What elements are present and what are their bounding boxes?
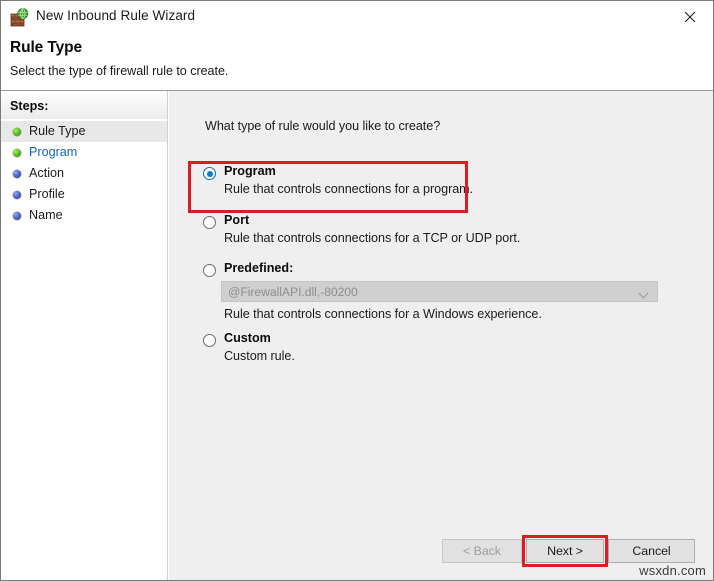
body-area: Steps: Rule Type Program Action Profile … bbox=[1, 91, 713, 580]
step-bullet-icon bbox=[13, 149, 21, 157]
step-bullet-icon bbox=[13, 170, 21, 178]
sidebar-item-label: Action bbox=[29, 163, 64, 184]
radio-button-custom[interactable] bbox=[203, 334, 216, 347]
cancel-button[interactable]: Cancel bbox=[608, 539, 695, 563]
step-bullet-icon bbox=[13, 128, 21, 136]
question-label: What type of rule would you like to crea… bbox=[205, 119, 440, 133]
radio-button-port[interactable] bbox=[203, 216, 216, 229]
steps-sidebar: Steps: Rule Type Program Action Profile … bbox=[1, 91, 168, 580]
predefined-description: Rule that controls connections for a Win… bbox=[224, 307, 542, 321]
title-bar: New Inbound Rule Wizard bbox=[1, 1, 713, 34]
radio-button-program[interactable] bbox=[203, 167, 216, 180]
sidebar-item-label: Rule Type bbox=[29, 121, 85, 142]
watermark: wsxdn.com bbox=[639, 563, 706, 578]
new-inbound-rule-wizard-window: New Inbound Rule Wizard Rule Type Select… bbox=[0, 0, 714, 581]
predefined-dropdown-value: @FirewallAPI.dll,-80200 bbox=[222, 285, 358, 299]
step-bullet-icon bbox=[13, 191, 21, 199]
sidebar-item-rule-type[interactable]: Rule Type bbox=[1, 121, 167, 142]
option-description: Custom rule. bbox=[224, 349, 295, 363]
option-title: Program bbox=[224, 164, 276, 178]
next-button[interactable]: Next > bbox=[526, 539, 604, 563]
window-title: New Inbound Rule Wizard bbox=[36, 8, 195, 23]
chevron-down-icon bbox=[638, 287, 649, 305]
option-title: Custom bbox=[224, 331, 271, 345]
back-button[interactable]: < Back bbox=[442, 539, 522, 563]
radio-button-predefined[interactable] bbox=[203, 264, 216, 277]
firewall-globe-icon bbox=[10, 8, 29, 27]
close-icon[interactable] bbox=[667, 1, 713, 33]
content-panel: What type of rule would you like to crea… bbox=[169, 91, 713, 580]
predefined-dropdown[interactable]: @FirewallAPI.dll,-80200 bbox=[221, 281, 658, 302]
steps-heading: Steps: bbox=[10, 99, 49, 113]
option-title: Predefined: bbox=[224, 261, 293, 275]
sidebar-item-program[interactable]: Program bbox=[1, 142, 167, 163]
step-bullet-icon bbox=[13, 212, 21, 220]
sidebar-item-action[interactable]: Action bbox=[1, 163, 167, 184]
sidebar-item-label: Name bbox=[29, 205, 63, 226]
sidebar-item-label: Program bbox=[29, 142, 77, 163]
option-description: Rule that controls connections for a TCP… bbox=[224, 231, 520, 245]
option-description: Rule that controls connections for a pro… bbox=[224, 182, 473, 196]
sidebar-item-profile[interactable]: Profile bbox=[1, 184, 167, 205]
page-title: Rule Type bbox=[10, 39, 82, 57]
page-header: Rule Type Select the type of firewall ru… bbox=[1, 34, 713, 91]
sidebar-item-name[interactable]: Name bbox=[1, 205, 167, 226]
sidebar-item-label: Profile bbox=[29, 184, 65, 205]
page-subtitle: Select the type of firewall rule to crea… bbox=[10, 64, 228, 78]
option-title: Port bbox=[224, 213, 249, 227]
